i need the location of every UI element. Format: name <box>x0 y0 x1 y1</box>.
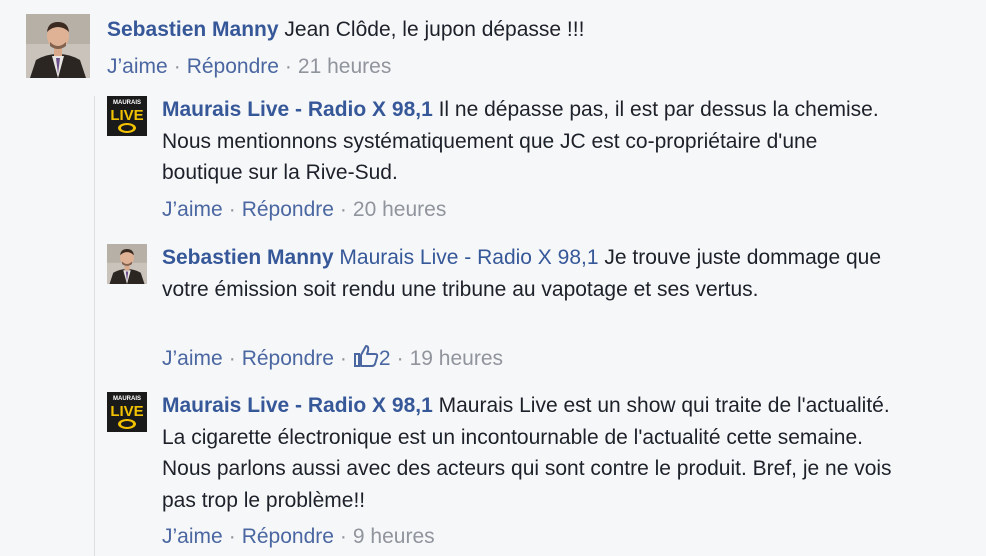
logo-top-text: MAURAIS <box>113 100 141 106</box>
reply-link[interactable]: Répondre <box>187 55 279 78</box>
logo-top-text: MAURAIS <box>113 396 141 402</box>
reply-link[interactable]: Répondre <box>242 347 334 370</box>
like-link[interactable]: J’aime <box>107 55 168 78</box>
logo-main-text: LIVE <box>110 107 143 124</box>
comment-actions: J’aime · Répondre · 21 heures <box>107 53 391 81</box>
separator: · <box>339 198 347 221</box>
like-link[interactable]: J’aime <box>162 347 223 370</box>
person-avatar-icon <box>107 244 147 284</box>
avatar-maurais-live[interactable]: MAURAIS LIVE <box>107 96 147 136</box>
separator: · <box>284 55 292 78</box>
like-link[interactable]: J’aime <box>162 198 223 221</box>
like-count[interactable]: 2 <box>353 345 391 370</box>
comment-timestamp[interactable]: 20 heures <box>353 198 446 221</box>
like-count-number: 2 <box>378 347 391 370</box>
avatar-sebastien-manny[interactable] <box>26 14 90 78</box>
maurais-live-logo-icon: MAURAIS LIVE <box>107 96 147 136</box>
comment-body: Sebastien Manny Maurais Live - Radio X 9… <box>162 242 892 305</box>
comment-timestamp[interactable]: 21 heures <box>298 55 391 78</box>
separator: · <box>228 347 236 370</box>
comment-text: Jean Clôde, le jupon dépasse !!! <box>278 18 585 41</box>
maurais-live-logo-icon: MAURAIS LIVE <box>107 392 147 432</box>
separator: · <box>173 55 181 78</box>
comment-author[interactable]: Maurais Live - Radio X 98,1 <box>162 394 433 417</box>
comment-timestamp[interactable]: 19 heures <box>410 347 503 370</box>
comment-actions: J’aime · Répondre · 20 heures <box>162 196 446 224</box>
separator: · <box>228 525 236 548</box>
logo-main-text: LIVE <box>110 403 143 420</box>
avatar-maurais-live[interactable]: MAURAIS LIVE <box>107 392 147 432</box>
comment-author[interactable]: Sebastien Manny <box>162 246 334 269</box>
comment-actions: J’aime · Répondre · 2 · 19 heures <box>162 344 503 373</box>
separator: · <box>228 198 236 221</box>
reply-link[interactable]: Répondre <box>242 198 334 221</box>
comment-body: Sebastien Manny Jean Clôde, le jupon dép… <box>107 14 967 46</box>
person-avatar-icon <box>26 14 90 78</box>
comment-author[interactable]: Maurais Live - Radio X 98,1 <box>162 98 433 121</box>
avatar-sebastien-manny[interactable] <box>107 244 147 284</box>
separator: · <box>339 347 347 370</box>
comment-author[interactable]: Sebastien Manny <box>107 18 279 41</box>
comment-actions: J’aime · Répondre · 9 heures <box>162 523 435 551</box>
separator: · <box>339 525 347 548</box>
like-link[interactable]: J’aime <box>162 525 223 548</box>
thumbs-up-icon <box>353 345 379 367</box>
separator: · <box>396 347 404 370</box>
reply-thread-line <box>94 96 95 556</box>
comment-body: Maurais Live - Radio X 98,1 Maurais Live… <box>162 390 892 516</box>
mention-link[interactable]: Maurais Live - Radio X 98,1 <box>334 246 598 269</box>
reply-link[interactable]: Répondre <box>242 525 334 548</box>
comment-timestamp[interactable]: 9 heures <box>353 525 435 548</box>
comment-body: Maurais Live - Radio X 98,1 Il ne dépass… <box>162 94 882 189</box>
